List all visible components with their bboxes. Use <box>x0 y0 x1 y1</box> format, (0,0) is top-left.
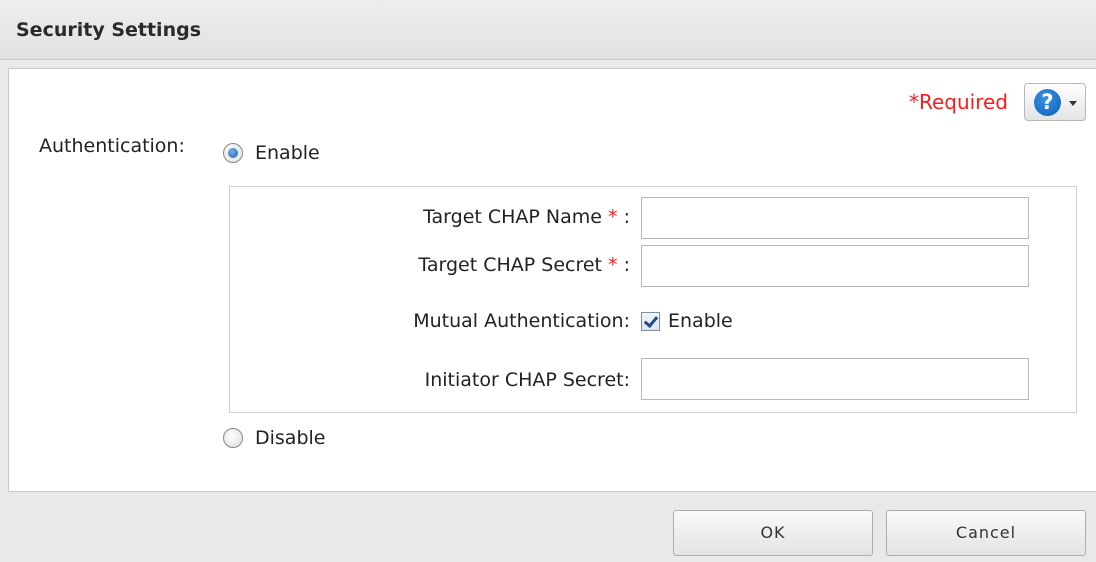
target-chap-secret-input[interactable] <box>641 245 1029 287</box>
dialog-titlebar: Security Settings <box>0 0 1096 60</box>
ok-button[interactable]: OK <box>673 510 873 556</box>
security-settings-dialog: Security Settings *Required ? Authentica… <box>0 0 1096 562</box>
authentication-label: Authentication: <box>39 135 185 157</box>
authentication-disable-option[interactable]: Disable <box>223 423 325 453</box>
mutual-authentication-checkbox[interactable] <box>641 311 660 331</box>
disable-radio-label: Disable <box>255 427 326 449</box>
enable-radio-button[interactable] <box>223 143 243 163</box>
required-star: * <box>608 254 618 276</box>
cancel-button[interactable]: Cancel <box>886 510 1086 556</box>
dialog-footer: OK Cancel <box>0 492 1096 562</box>
initiator-chap-secret-input[interactable] <box>641 358 1029 400</box>
target-chap-secret-label: Target CHAP Secret * : <box>418 254 630 276</box>
mutual-authentication-option[interactable]: Enable <box>641 306 733 336</box>
mutual-authentication-label: Mutual Authentication: <box>413 310 630 332</box>
target-chap-name-label: Target CHAP Name * : <box>423 206 630 228</box>
chevron-down-icon <box>1069 101 1077 106</box>
dialog-content: *Required ? Authentication: Enable Targe… <box>8 68 1096 492</box>
help-button[interactable]: ? <box>1024 83 1086 121</box>
mutual-enable-label: Enable <box>668 310 733 332</box>
authentication-enable-option[interactable]: Enable <box>223 138 320 168</box>
enable-radio-label: Enable <box>255 142 320 164</box>
required-legend: *Required <box>908 90 1008 114</box>
target-chap-name-input[interactable] <box>641 197 1029 239</box>
disable-radio-button[interactable] <box>223 428 243 448</box>
initiator-chap-secret-label: Initiator CHAP Secret: <box>424 369 630 391</box>
question-icon: ? <box>1034 89 1061 116</box>
dialog-title: Security Settings <box>16 19 202 41</box>
chap-settings-group: Target CHAP Name * : Target CHAP Secret … <box>229 186 1077 413</box>
required-star: * <box>608 206 618 228</box>
